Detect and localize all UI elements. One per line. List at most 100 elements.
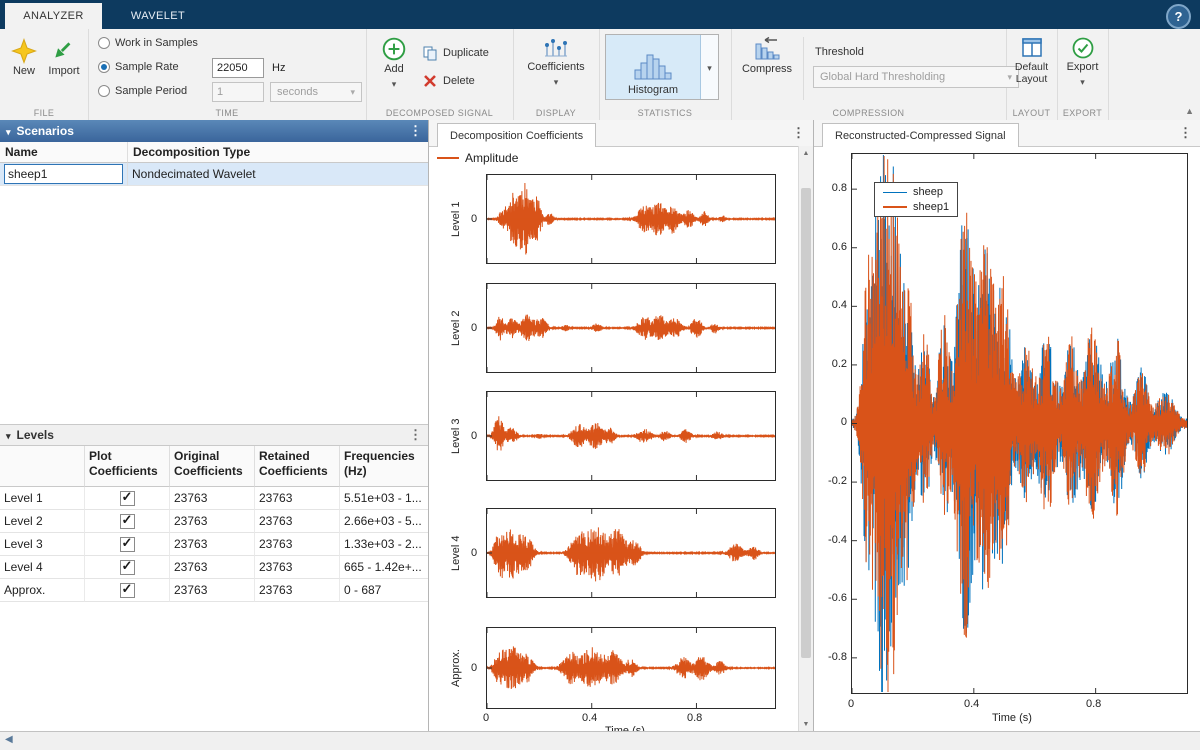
subplot-level4: Level 4 0 — [486, 508, 776, 598]
radio-icon[interactable] — [98, 37, 110, 49]
x-tick-label: 0.4 — [964, 698, 979, 710]
chevron-down-icon — [392, 76, 397, 90]
panel-menu-icon[interactable] — [792, 125, 805, 141]
decomposition-tabbar: Decomposition Coefficients — [429, 120, 813, 147]
plot-checkbox[interactable] — [120, 560, 135, 575]
column-header-frequencies: Frequencies (Hz) — [340, 446, 428, 487]
export-button[interactable]: Export — [1060, 36, 1105, 88]
plot-checkbox-cell — [85, 579, 170, 602]
legend-label: Amplitude — [465, 151, 518, 165]
y-tick-label: 0 — [816, 416, 847, 428]
panel-menu-icon[interactable]: ⋮ — [409, 427, 422, 443]
compress-button[interactable]: Compress — [739, 36, 795, 75]
tab-wavelet[interactable]: WAVELET — [112, 3, 204, 29]
seconds-combo[interactable]: seconds — [270, 82, 362, 102]
collapse-triangle-icon[interactable] — [6, 428, 17, 442]
scenarios-header[interactable]: Scenarios ⋮ — [0, 120, 428, 142]
help-button[interactable]: ? — [1166, 4, 1191, 29]
sample-period-input[interactable] — [212, 82, 264, 102]
collapse-triangle-icon[interactable] — [6, 124, 17, 138]
toolstrip-ribbon: New Import FILE Work in Samples Sample R… — [0, 29, 1200, 121]
add-button[interactable]: Add — [376, 36, 412, 90]
histogram-label: Histogram — [628, 84, 678, 96]
levels-header[interactable]: Levels ⋮ — [0, 424, 428, 446]
plot-checkbox[interactable] — [120, 583, 135, 598]
plot-checkbox[interactable] — [120, 514, 135, 529]
column-header-name: Name — [0, 142, 128, 163]
tab-decomposition-coefficients[interactable]: Decomposition Coefficients — [437, 123, 596, 147]
section-layout: Default Layout LAYOUT — [1006, 29, 1058, 120]
delete-x-icon — [422, 73, 438, 89]
column-header-decomposition-type: Decomposition Type — [128, 142, 428, 163]
section-label-display: DISPLAY — [513, 108, 599, 118]
new-star-icon — [11, 38, 37, 64]
import-button[interactable]: Import — [44, 38, 84, 77]
original-coefficients-cell: 23763 — [170, 533, 255, 556]
default-layout-button[interactable]: Default Layout — [1009, 36, 1054, 85]
scenario-name-edit[interactable]: sheep1 — [4, 164, 123, 184]
section-label-file: FILE — [0, 108, 88, 118]
scenario-type-cell[interactable]: Nondecimated Wavelet — [128, 163, 428, 186]
column-header-plot: Plot Coefficients — [85, 446, 170, 487]
legend-line-icon — [437, 157, 459, 159]
scroll-up-button[interactable]: ▲ — [799, 146, 813, 161]
levels-title: Levels — [17, 428, 54, 442]
divider — [803, 37, 804, 100]
radio-sample-rate[interactable]: Sample Rate — [98, 61, 179, 73]
legend-entry-sheep1: sheep1 — [883, 201, 949, 213]
level-row-label: Level 4 — [0, 556, 85, 579]
section-label-statistics: STATISTICS — [599, 108, 731, 118]
threshold-combo[interactable]: Global Hard Thresholding — [813, 66, 1019, 88]
level1-waveform-plot — [486, 174, 776, 264]
ribbon-collapse-icon[interactable] — [1185, 106, 1194, 116]
radio-work-in-samples[interactable]: Work in Samples — [98, 37, 198, 49]
import-label: Import — [48, 65, 79, 77]
section-statistics: Histogram STATISTICS — [599, 29, 732, 120]
radio-icon[interactable] — [98, 85, 110, 97]
chevron-down-icon — [707, 60, 712, 74]
plot-checkbox-cell — [85, 510, 170, 533]
coefficients-button[interactable]: Coefficients — [521, 36, 591, 88]
histogram-dropdown-button[interactable] — [701, 35, 718, 99]
plot-legend[interactable]: sheep sheep1 — [874, 182, 958, 217]
level-row-label: Level 2 — [0, 510, 85, 533]
scroll-down-button[interactable]: ▼ — [799, 717, 813, 732]
radio-selected-icon[interactable] — [98, 61, 110, 73]
export-label: Export — [1067, 61, 1099, 73]
scrollbar-thumb[interactable] — [801, 188, 811, 658]
y-axis-label: Approx. — [450, 627, 462, 709]
tab-reconstructed-compressed-signal[interactable]: Reconstructed-Compressed Signal — [822, 123, 1019, 147]
section-label-layout: LAYOUT — [1006, 108, 1057, 118]
scenarios-table: Name Decomposition Type sheep1 Nondecima… — [0, 142, 428, 186]
plot-checkbox[interactable] — [120, 491, 135, 506]
y-tick-label: 0 — [471, 547, 477, 559]
duplicate-icon — [422, 45, 438, 61]
collapse-panel-icon[interactable] — [5, 734, 13, 745]
y-axis-label: Level 3 — [450, 391, 462, 481]
scenario-name-cell[interactable]: sheep1 — [0, 163, 128, 186]
panel-menu-icon[interactable]: ⋮ — [409, 123, 422, 139]
histogram-toggle-button[interactable]: Histogram — [606, 35, 701, 99]
delete-button[interactable]: Delete — [422, 73, 475, 89]
duplicate-button[interactable]: Duplicate — [422, 45, 489, 61]
x-tick-label: 0.8 — [687, 712, 702, 724]
original-coefficients-cell: 23763 — [170, 579, 255, 602]
tab-analyzer[interactable]: ANALYZER — [5, 3, 102, 29]
new-button[interactable]: New — [6, 38, 42, 77]
delete-label: Delete — [443, 75, 475, 87]
sample-rate-input[interactable] — [212, 58, 264, 78]
add-label: Add — [384, 63, 404, 75]
original-coefficients-cell: 23763 — [170, 556, 255, 579]
section-label-compression: COMPRESSION — [731, 108, 1006, 118]
y-axis-label: Level 4 — [450, 508, 462, 598]
y-tick-label: 0.6 — [816, 241, 847, 253]
y-tick-label: -0.6 — [816, 592, 847, 604]
legend-label: sheep1 — [913, 201, 949, 213]
radio-sample-period[interactable]: Sample Period — [98, 85, 187, 97]
panel-menu-icon[interactable] — [1179, 125, 1192, 141]
new-label: New — [13, 65, 35, 77]
y-axis-label: Level 2 — [450, 283, 462, 373]
plot-checkbox[interactable] — [120, 537, 135, 552]
vertical-scrollbar: ▲ ▼ — [798, 146, 813, 732]
export-check-icon — [1071, 36, 1095, 60]
